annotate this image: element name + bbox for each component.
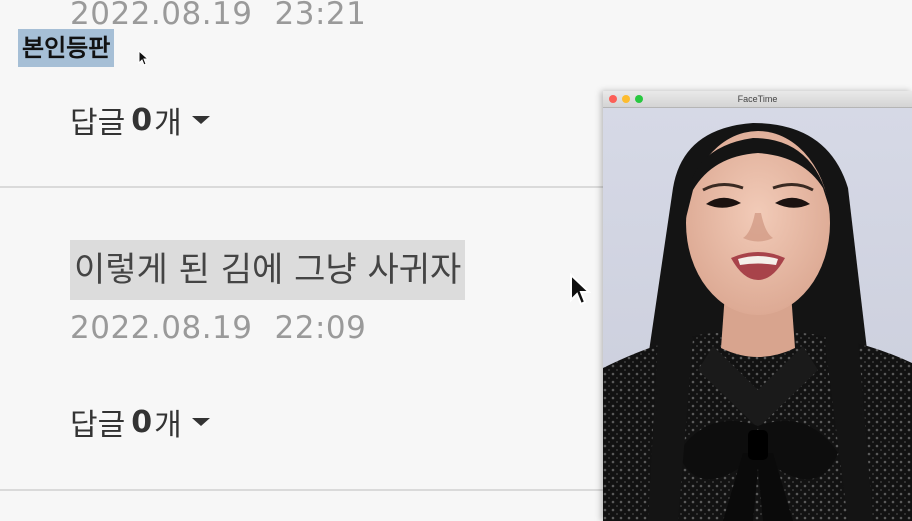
caret-down-icon — [191, 116, 210, 124]
window-titlebar[interactable]: FaceTime — [603, 91, 912, 108]
comment-timestamp: 2022.08.19 23:21 — [70, 0, 366, 32]
facetime-window[interactable]: FaceTime — [603, 91, 912, 521]
mouse-pointer-icon — [570, 273, 591, 306]
window-title: FaceTime — [737, 94, 778, 104]
reply-toggle-button[interactable]: 답글 0 개 — [70, 98, 210, 142]
reply-label: 답글 — [70, 408, 126, 443]
reply-label: 답글 — [70, 106, 126, 141]
caption-tag: 본인등판 — [18, 29, 115, 67]
comment-text: 이렇게 된 김에 그냥 사귀자 — [70, 240, 466, 300]
reply-unit: 개 — [154, 106, 182, 141]
reply-count: 0 — [131, 404, 153, 440]
comment-time: 22:09 — [274, 310, 367, 346]
caret-down-icon — [191, 418, 210, 426]
comment-timestamp: 2022.08.19 22:09 — [70, 310, 366, 346]
reply-count: 0 — [131, 102, 153, 138]
reply-toggle-button[interactable]: 답글 0 개 — [70, 400, 210, 444]
comment-time: 23:21 — [274, 0, 367, 32]
comment-date: 2022.08.19 — [70, 0, 253, 32]
video-feed — [603, 108, 912, 521]
reply-unit: 개 — [154, 408, 182, 443]
comment-date: 2022.08.19 — [70, 310, 253, 346]
mouse-pointer-icon — [138, 50, 150, 66]
